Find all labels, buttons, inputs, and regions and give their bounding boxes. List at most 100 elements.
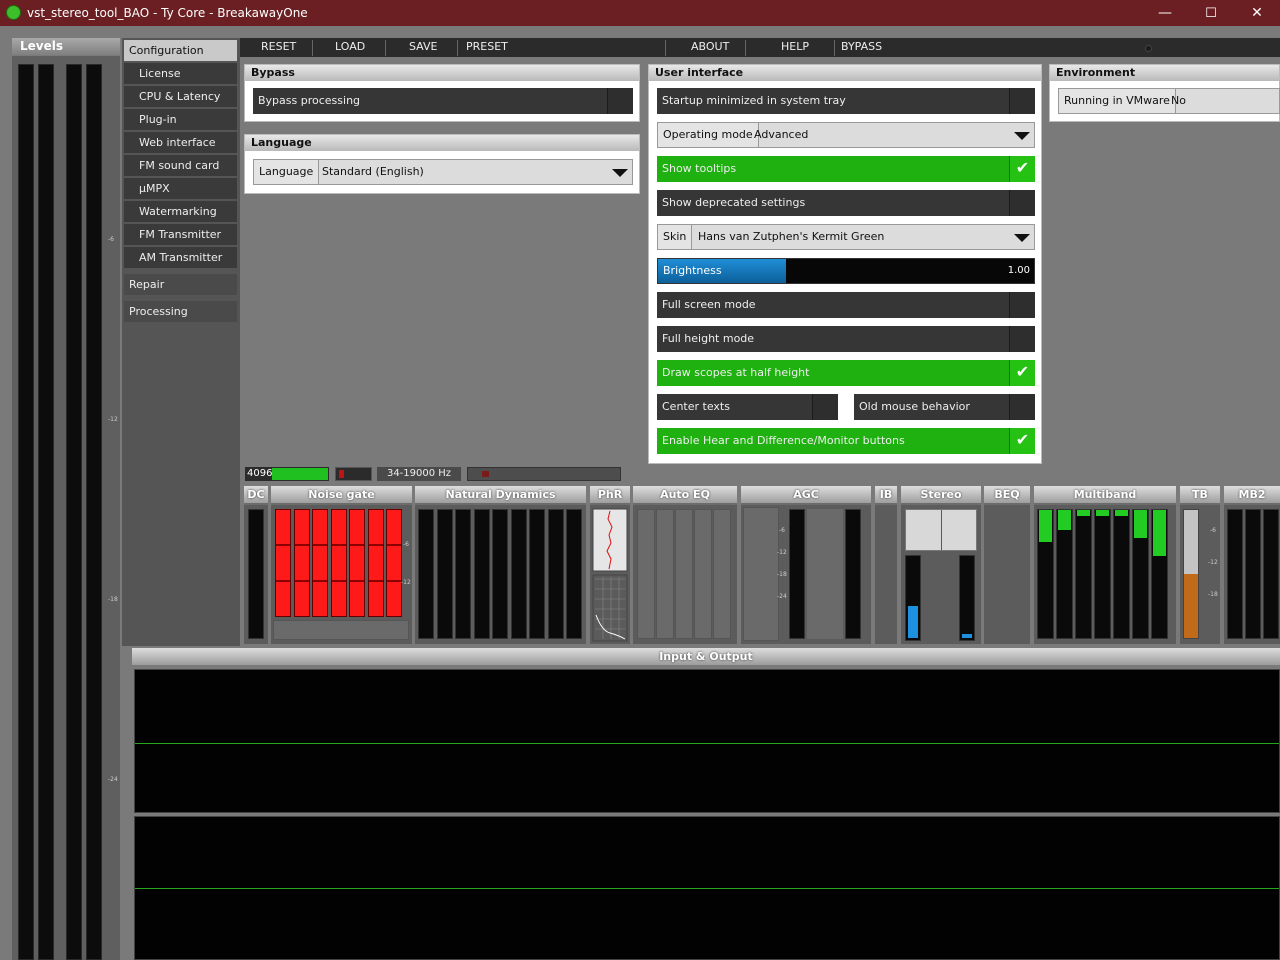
- tb-meter: [1183, 509, 1199, 639]
- toolbar-divider: [385, 40, 386, 56]
- skin-select[interactable]: Skin Hans van Zutphen's Kermit Green: [657, 224, 1035, 250]
- about-button[interactable]: ABOUT: [691, 40, 729, 53]
- brightness-slider[interactable]: Brightness 1.00: [657, 258, 1035, 284]
- module-tb[interactable]: TB -6 -12 -18: [1180, 486, 1220, 644]
- help-button[interactable]: HELP: [781, 40, 809, 53]
- show-deprecated-toggle[interactable]: Show deprecated settings: [657, 190, 1035, 216]
- module-scale-label: -24: [777, 593, 787, 600]
- levels-header: Levels: [12, 38, 120, 55]
- startup-minimized-toggle[interactable]: Startup minimized in system tray: [657, 88, 1035, 114]
- module-agc[interactable]: AGC -6 -12 -18 -24: [741, 486, 871, 644]
- nav-configuration[interactable]: Configuration: [124, 40, 237, 61]
- bypass-processing-checkbox[interactable]: [607, 88, 633, 114]
- module-auto-eq[interactable]: Auto EQ: [633, 486, 737, 644]
- chevron-down-icon[interactable]: [1014, 132, 1030, 140]
- reset-button[interactable]: RESET: [261, 40, 296, 53]
- module-natural-dynamics-title: Natural Dynamics: [415, 486, 586, 503]
- nav-item-plugin[interactable]: Plug-in: [124, 109, 237, 130]
- language-select[interactable]: Language Standard (English): [253, 159, 633, 185]
- nav-item-watermarking[interactable]: Watermarking: [124, 201, 237, 222]
- minimize-button[interactable]: —: [1142, 0, 1188, 26]
- meter-fill: [1077, 510, 1090, 516]
- full-height-checkbox[interactable]: [1009, 326, 1035, 352]
- chevron-down-icon[interactable]: [612, 169, 628, 177]
- nav-item-cpu-latency[interactable]: CPU & Latency: [124, 86, 237, 107]
- meter-bar: [510, 509, 527, 639]
- center-texts-checkbox[interactable]: [812, 394, 838, 420]
- checkmark-icon[interactable]: ✔: [1009, 360, 1035, 386]
- bypass-processing-toggle[interactable]: Bypass processing: [253, 88, 633, 114]
- enable-hear-label: Enable Hear and Difference/Monitor butto…: [662, 434, 905, 447]
- nav-item-license[interactable]: License: [124, 63, 237, 84]
- close-button[interactable]: ✕: [1234, 0, 1280, 26]
- preset-button[interactable]: PRESET: [466, 40, 508, 53]
- bypass-button[interactable]: BYPASS: [841, 40, 882, 53]
- module-tb-title: TB: [1180, 486, 1220, 503]
- center-texts-toggle[interactable]: Center texts: [657, 394, 838, 420]
- meter-bar: [547, 509, 564, 639]
- old-mouse-checkbox[interactable]: [1009, 394, 1035, 420]
- checkmark-icon[interactable]: ✔: [1009, 156, 1035, 182]
- checkmark-icon[interactable]: ✔: [1009, 428, 1035, 454]
- module-dc-title: DC: [244, 486, 268, 503]
- nav-item-am-transmitter[interactable]: AM Transmitter: [124, 247, 237, 268]
- nav-item-fm-sound-card[interactable]: FM sound card: [124, 155, 237, 176]
- draw-scopes-label: Draw scopes at half height: [662, 366, 810, 379]
- module-noise-gate[interactable]: Noise gate -6 -12: [271, 486, 412, 644]
- meter-bar: [1075, 509, 1092, 639]
- nav-item-umpx[interactable]: µMPX: [124, 178, 237, 199]
- show-deprecated-checkbox[interactable]: [1009, 190, 1035, 216]
- module-phr[interactable]: PhR: [590, 486, 630, 644]
- startup-minimized-checkbox[interactable]: [1009, 88, 1035, 114]
- module-beq[interactable]: BEQ: [984, 486, 1030, 644]
- module-stereo[interactable]: Stereo: [901, 486, 981, 644]
- chevron-down-icon[interactable]: [1014, 234, 1030, 242]
- center-texts-label: Center texts: [662, 400, 730, 413]
- draw-scopes-toggle[interactable]: Draw scopes at half height ✔: [657, 360, 1035, 386]
- noise-gate-bar: [349, 509, 365, 617]
- module-scale-label: -6: [403, 541, 409, 548]
- stereo-level-left: [908, 606, 918, 638]
- module-mb2[interactable]: MB2: [1224, 486, 1280, 644]
- nav-processing[interactable]: Processing: [124, 301, 237, 322]
- show-tooltips-toggle[interactable]: Show tooltips ✔: [657, 156, 1035, 182]
- level-meter: [38, 64, 54, 960]
- noise-gate-bar: [312, 509, 328, 617]
- module-dc[interactable]: DC: [244, 486, 268, 644]
- module-natural-dynamics[interactable]: Natural Dynamics: [415, 486, 586, 644]
- window-titlebar: vst_stereo_tool_BAO - Ty Core - Breakawa…: [0, 0, 1280, 26]
- language-panel-title: Language: [245, 135, 639, 151]
- module-ib-title: IB: [875, 486, 897, 503]
- maximize-button[interactable]: ☐: [1188, 0, 1234, 26]
- main-area: Levels -6 -12 -18 -24 Configuration Lice…: [0, 26, 1280, 960]
- noise-gate-control[interactable]: [273, 620, 409, 640]
- module-agc-title: AGC: [741, 486, 871, 503]
- meter-bar: [473, 509, 490, 639]
- load-button[interactable]: LOAD: [335, 40, 365, 53]
- enable-hear-toggle[interactable]: Enable Hear and Difference/Monitor butto…: [657, 428, 1035, 454]
- nav-item-fm-transmitter[interactable]: FM Transmitter: [124, 224, 237, 245]
- full-height-toggle[interactable]: Full height mode: [657, 326, 1035, 352]
- nav-item-web-interface[interactable]: Web interface: [124, 132, 237, 153]
- skin-value: Hans van Zutphen's Kermit Green: [698, 230, 885, 243]
- old-mouse-toggle[interactable]: Old mouse behavior: [854, 394, 1035, 420]
- module-body: [901, 505, 981, 644]
- module-multiband-title: Multiband: [1034, 486, 1176, 503]
- input-scope: [134, 669, 1280, 813]
- full-screen-toggle[interactable]: Full screen mode: [657, 292, 1035, 318]
- input-output-header: Input & Output: [132, 648, 1280, 665]
- window-title: vst_stereo_tool_BAO - Ty Core - Breakawa…: [27, 6, 308, 20]
- meter-bar: [1132, 509, 1149, 639]
- nav-repair[interactable]: Repair: [124, 274, 237, 295]
- full-screen-checkbox[interactable]: [1009, 292, 1035, 318]
- toolbar-divider: [665, 40, 666, 56]
- module-multiband[interactable]: Multiband: [1034, 486, 1176, 644]
- save-button[interactable]: SAVE: [409, 40, 437, 53]
- operating-mode-select[interactable]: Operating mode Advanced: [657, 122, 1035, 148]
- module-scale-label: -12: [1208, 559, 1218, 566]
- tb-level: [1184, 574, 1198, 638]
- level-meter: [18, 64, 34, 960]
- input-scope-centerline: [135, 743, 1279, 744]
- meter-fill: [1115, 510, 1128, 516]
- module-ib[interactable]: IB: [875, 486, 897, 644]
